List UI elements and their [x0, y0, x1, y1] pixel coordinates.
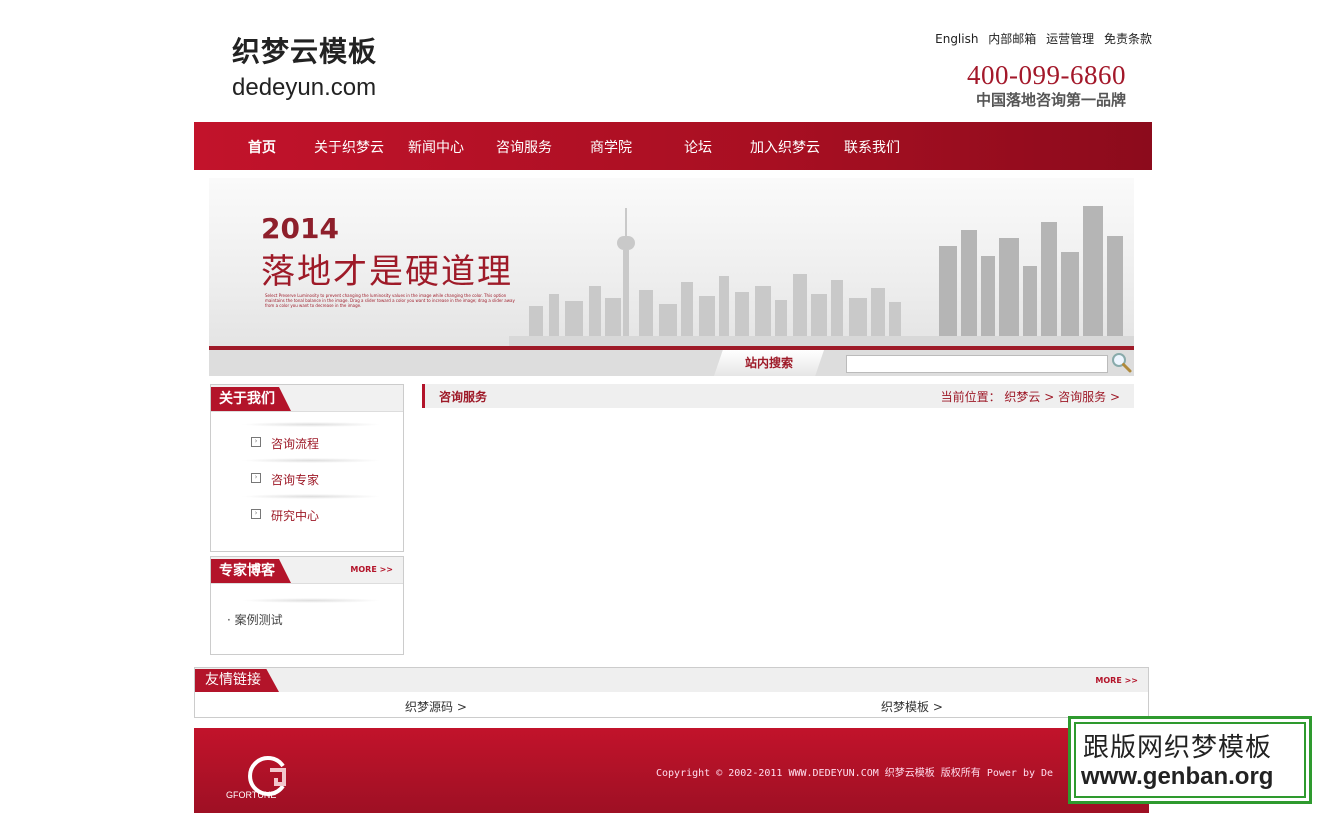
nav-item-news[interactable]: 新闻中心: [408, 137, 464, 157]
search-label: 站内搜索: [714, 350, 824, 376]
bullet-box-icon: ›: [251, 437, 261, 447]
watermark-title: 跟版网织梦模板: [1083, 733, 1273, 763]
footer-copyright: Copyright © 2002-2011 WWW.DEDEYUN.COM 织梦…: [656, 768, 1054, 779]
brand-slogan: 中国落地咨询第一品牌: [975, 91, 1126, 109]
about-us-title: 关于我们: [211, 387, 291, 411]
page-footer: GFORTUNE Copyright © 2002-2011 WWW.DEDEY…: [194, 728, 1149, 813]
hotline-number: 400-099-6860: [967, 60, 1126, 90]
search-bar: 站内搜索: [209, 346, 1134, 376]
site-logo[interactable]: 织梦云模板 dedeyun.com: [232, 30, 377, 102]
about-item-experts[interactable]: 咨询专家: [271, 471, 319, 488]
about-menu-item[interactable]: › 研究中心: [211, 494, 403, 530]
nav-item-business-school[interactable]: 商学院: [590, 137, 632, 157]
divider: [241, 458, 381, 463]
divider: [241, 598, 381, 603]
banner-year: 2014: [261, 212, 339, 245]
about-us-header: 关于我们: [211, 385, 403, 412]
content-title-bar: 咨询服务 当前位置： 织梦云 > 咨询服务 >: [422, 384, 1134, 408]
friend-links-more-link[interactable]: MORE >>: [1095, 676, 1138, 685]
nav-item-join[interactable]: 加入织梦云: [750, 137, 820, 157]
blog-list-item[interactable]: · 案例测试: [211, 598, 403, 634]
nav-item-home[interactable]: 首页: [248, 137, 276, 157]
nav-item-about[interactable]: 关于织梦云: [314, 137, 384, 157]
hotline-block: 400-099-6860 中国落地咨询第一品牌: [967, 60, 1126, 110]
about-us-box: 关于我们 › 咨询流程 › 咨询专家 › 研究中心: [210, 384, 404, 552]
top-link-internal-mail[interactable]: 内部邮箱: [988, 32, 1036, 46]
top-link-operations[interactable]: 运营管理: [1046, 32, 1094, 46]
search-input[interactable]: [846, 355, 1108, 373]
nav-item-contact[interactable]: 联系我们: [844, 137, 900, 157]
breadcrumb-home-link[interactable]: 织梦云 >: [1004, 390, 1054, 404]
expert-blog-box: 专家博客 MORE >> · 案例测试: [210, 556, 404, 655]
logo-domain-text: dedeyun.com: [232, 74, 377, 101]
footer-logo-text: GFORTUNE: [226, 790, 276, 800]
expert-blog-more-link[interactable]: MORE >>: [350, 565, 393, 574]
about-item-process[interactable]: 咨询流程: [271, 435, 319, 452]
divider: [241, 494, 381, 499]
about-item-research[interactable]: 研究中心: [271, 507, 319, 524]
about-menu-item[interactable]: › 咨询专家: [211, 458, 403, 494]
main-nav: 首页 关于织梦云 新闻中心 咨询服务 商学院 论坛 加入织梦云 联系我们: [194, 122, 1152, 170]
blog-item-case-test[interactable]: · 案例测试: [227, 611, 283, 628]
friend-links-box: 友情链接 MORE >> 织梦源码 > 织梦模板 >: [194, 667, 1149, 718]
banner-small-text: Select Preserve Luminosity to prevent ch…: [265, 293, 515, 308]
friend-links-header: 友情链接 MORE >>: [195, 668, 1148, 692]
friend-link-dede-template[interactable]: 织梦模板 >: [881, 698, 943, 715]
expert-blog-title: 专家博客: [211, 559, 291, 583]
nav-item-consulting[interactable]: 咨询服务: [496, 137, 552, 157]
expert-blog-header: 专家博客 MORE >>: [211, 557, 403, 584]
about-menu-item[interactable]: › 咨询流程: [211, 422, 403, 458]
content-title: 咨询服务: [439, 390, 488, 404]
top-link-english[interactable]: English: [935, 32, 978, 46]
friend-links-title: 友情链接: [195, 669, 279, 692]
logo-chinese-text: 织梦云模板: [232, 35, 378, 68]
watermark-url: www.genban.org: [1081, 763, 1274, 790]
nav-item-forum[interactable]: 论坛: [684, 137, 712, 157]
bullet-box-icon: ›: [251, 473, 261, 483]
top-link-disclaimer[interactable]: 免责条款: [1104, 32, 1152, 46]
genban-watermark: 跟版网织梦模板 www.genban.org: [1068, 716, 1312, 804]
breadcrumb-label: 当前位置：: [940, 390, 1001, 404]
magnifier-icon[interactable]: [1109, 350, 1133, 374]
divider: [241, 422, 381, 427]
banner-motto: 落地才是硬道理: [261, 252, 513, 292]
city-skyline-image: [509, 206, 1134, 346]
top-links: English 内部邮箱 运营管理 免责条款: [929, 30, 1152, 47]
bullet-box-icon: ›: [251, 509, 261, 519]
friend-link-dede-source[interactable]: 织梦源码 >: [405, 698, 467, 715]
breadcrumb: 当前位置： 织梦云 > 咨询服务 >: [941, 388, 1120, 405]
breadcrumb-consulting-link[interactable]: 咨询服务 >: [1058, 390, 1120, 404]
gfortune-logo: GFORTUNE: [226, 756, 286, 800]
hero-banner: 2014 落地才是硬道理 Select Preserve Luminosity …: [209, 178, 1134, 346]
